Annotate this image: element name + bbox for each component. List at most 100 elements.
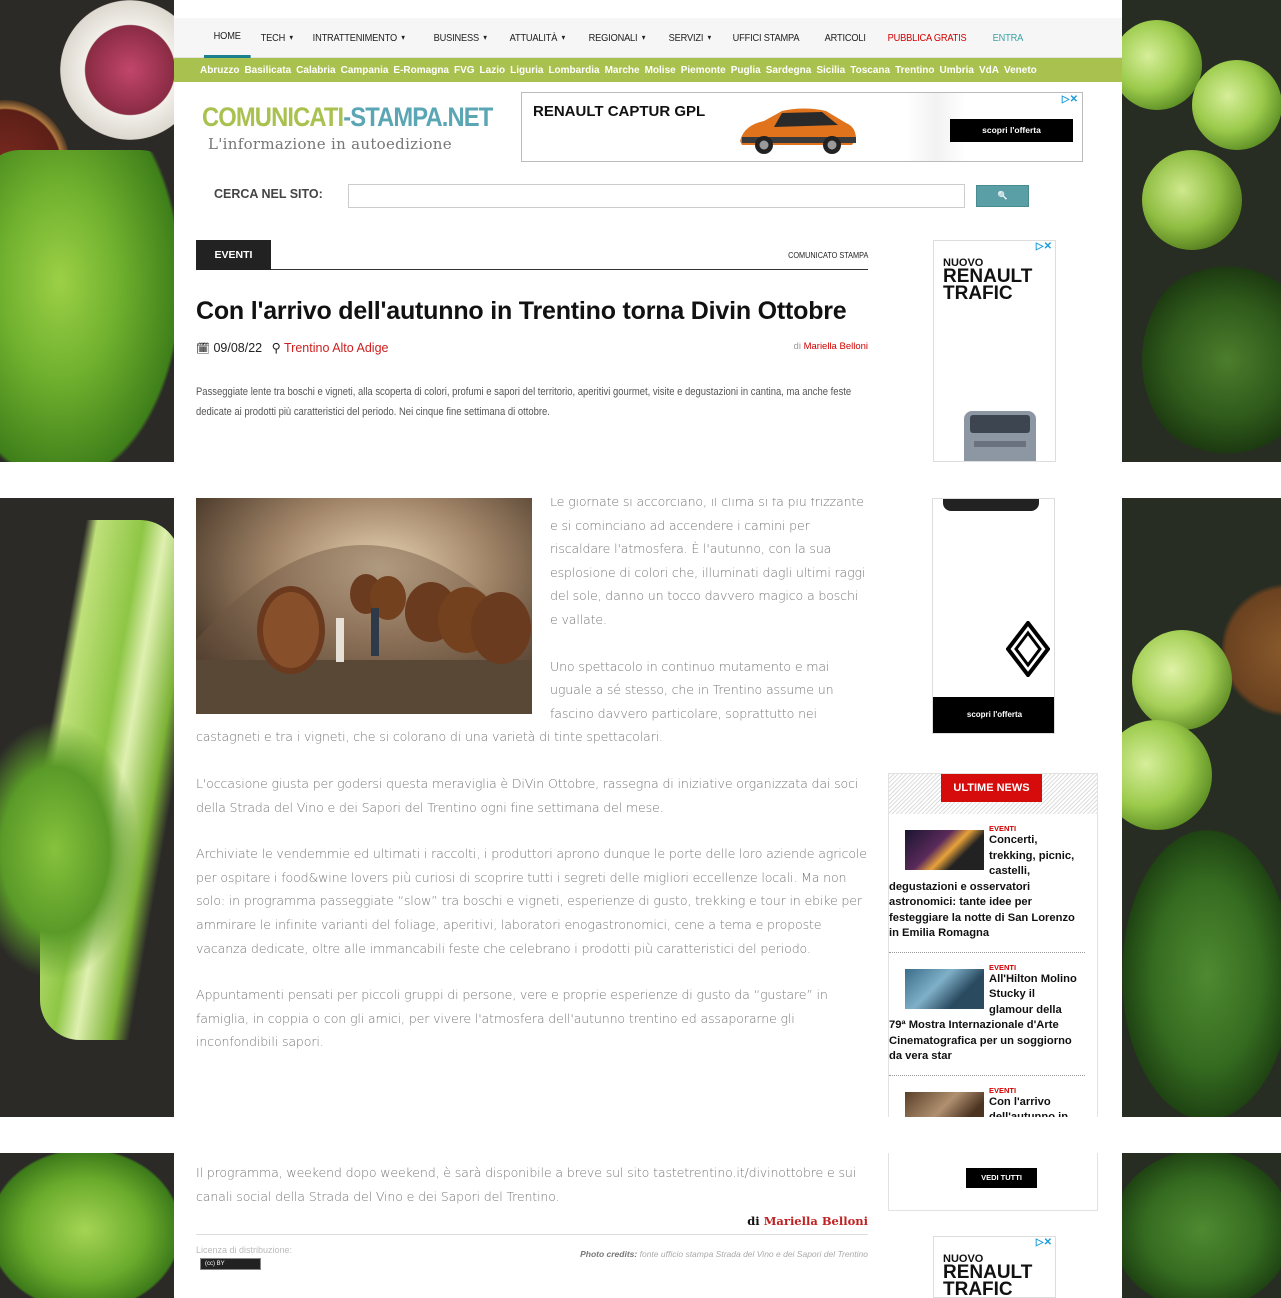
sidebar-ad-bottom[interactable]: ▷✕ NUOVO RENAULT TRAFIC xyxy=(933,1236,1056,1298)
signature-name[interactable]: Mariella Belloni xyxy=(764,1214,868,1228)
brussels-sprout xyxy=(1192,60,1281,150)
sidebar: ▷✕ NUOVO RENAULT TRAFIC xyxy=(888,240,1100,462)
nav-label: HOME xyxy=(213,30,241,42)
cc-license-badge[interactable]: (cc) BY xyxy=(200,1258,261,1271)
nav-item-home[interactable]: HOME xyxy=(204,18,251,58)
van-image xyxy=(964,411,1036,461)
nav-item-attualit-[interactable]: ATTUALITÀ ▾ xyxy=(500,18,575,58)
region-link[interactable]: Molise xyxy=(645,65,676,76)
chevron-down-icon: ▾ xyxy=(641,33,646,42)
nav-item-uffici-stampa[interactable]: UFFICI STAMPA xyxy=(723,18,809,58)
celery-leaves xyxy=(0,150,174,480)
cellar-photo[interactable] xyxy=(196,490,532,714)
location-link[interactable]: ⚲ Trentino Alto Adige xyxy=(272,341,389,355)
brussels-sprout xyxy=(1122,20,1202,110)
nav-item-tech[interactable]: TECH ▾ xyxy=(251,18,303,58)
news-item[interactable]: EVENTI Concerti, trekking, picnic, castel… xyxy=(889,814,1085,953)
license-label: Licenza di distribuzione: xyxy=(196,1245,293,1256)
region-link[interactable]: Piemonte xyxy=(681,65,726,76)
news-item[interactable]: EVENTI All'Hilton Molino Stucky il glamou… xyxy=(889,953,1085,1076)
content-type: COMUNICATO STAMPA xyxy=(787,250,868,260)
news-thumbnail[interactable] xyxy=(905,1091,984,1117)
latest-news-label: ULTIME NEWS xyxy=(941,774,1042,802)
article-body: Le giornate si accorciano, il clima si f… xyxy=(196,490,868,1054)
screenshot-divider xyxy=(0,1117,1281,1153)
page: HOME TECH ▾ INTRATTENIMENTO ▾ BUSINESS ▾ ATTUAL… xyxy=(174,18,1122,1298)
news-thumbnail[interactable] xyxy=(905,830,984,870)
search-button[interactable]: 🔍 xyxy=(976,185,1029,207)
van-bottom xyxy=(943,499,1039,511)
header: COMUNICATI-STAMPA.NET L'informazione in … xyxy=(174,82,1122,177)
region-link[interactable]: Calabria xyxy=(296,65,335,76)
wood-bowl xyxy=(1222,560,1281,740)
region-link[interactable]: Trentino xyxy=(895,65,934,76)
site-search: CERCA NEL SITO: 🔍 xyxy=(174,177,1122,233)
author-byline[interactable]: di Mariella Belloni xyxy=(794,341,868,352)
region-link[interactable]: FVG xyxy=(454,65,475,76)
see-all-button[interactable]: VEDI TUTTI xyxy=(966,1168,1037,1188)
artichoke-bowl xyxy=(60,0,174,140)
news-item[interactable]: EVENTICon l'arrivo dell'autunno in Trent… xyxy=(889,1076,1085,1117)
nav-item-business[interactable]: BUSINESS ▾ xyxy=(424,18,496,58)
nav-item-intrattenimento[interactable]: INTRATTENIMENTO ▾ xyxy=(303,18,414,58)
credits-value: fonte ufficio stampa Strada del Vino e d… xyxy=(639,1249,868,1260)
photo-credits: Photo credits: fonte ufficio stampa Stra… xyxy=(580,1249,868,1259)
adchoices-icon[interactable]: ▷✕ xyxy=(1036,241,1052,252)
article-header: EVENTI COMUNICATO STAMPA Con l'arrivo de… xyxy=(196,240,868,422)
search-input[interactable] xyxy=(348,184,965,208)
news-thumbnail[interactable] xyxy=(905,968,984,1009)
nav-label: TECH xyxy=(260,31,285,44)
article-meta: 🗓 09/08/22 ⚲ Trentino Alto Adige di Mari… xyxy=(196,340,868,358)
calendar-icon: 🗓 xyxy=(196,343,210,355)
brussels-sprout xyxy=(1122,720,1212,830)
site-logo[interactable]: COMUNICATI-STAMPA.NET L'informazione in … xyxy=(202,102,532,153)
nav-item-pubblica-gratis[interactable]: PUBBLICA GRATIS xyxy=(878,18,976,58)
paragraph: Il programma, weekend dopo weekend, è sa… xyxy=(196,1165,857,1204)
region-link[interactable]: Toscana xyxy=(850,65,890,76)
region-link[interactable]: Sardegna xyxy=(766,65,812,76)
nav-label: PUBBLICA GRATIS xyxy=(887,31,967,44)
region-link[interactable]: Sicilia xyxy=(816,65,845,76)
nav-label: ENTRA xyxy=(993,31,1024,44)
banner-ad[interactable]: RENAULT CAPTUR GPL scopri l'offerta ▷✕ xyxy=(521,92,1083,162)
chevron-down-icon: ▾ xyxy=(707,33,712,42)
region-link[interactable]: VdA xyxy=(979,65,999,76)
ad-line-brand: RENAULT TRAFIC xyxy=(943,266,1033,304)
author-name: Mariella Belloni xyxy=(803,341,868,352)
region-link[interactable]: Marche xyxy=(605,65,640,76)
location-label: Trentino Alto Adige xyxy=(284,341,389,355)
adchoices-icon[interactable]: ▷✕ xyxy=(1062,94,1078,105)
region-link[interactable]: Abruzzo xyxy=(200,65,239,76)
nav-item-entra[interactable]: ENTRA xyxy=(983,18,1033,58)
region-link[interactable]: Veneto xyxy=(1004,65,1037,76)
chevron-down-icon: ▾ xyxy=(483,33,487,42)
ad-cta-button[interactable]: scopri l'offerta xyxy=(950,119,1073,142)
category-tab[interactable]: EVENTI xyxy=(196,240,271,270)
region-link[interactable]: Basilicata xyxy=(244,65,291,76)
nav-label: UFFICI STAMPA xyxy=(733,31,800,44)
chevron-down-icon: ▾ xyxy=(401,33,406,42)
logo-wordmark: COMUNICATI-STAMPA.NET xyxy=(202,102,493,132)
chevron-down-icon: ▾ xyxy=(289,33,293,42)
region-link[interactable]: Umbria xyxy=(940,65,974,76)
ad-line-brand: RENAULT TRAFIC xyxy=(943,1262,1033,1298)
sidebar-ad-continued[interactable]: scopri l'offerta xyxy=(932,498,1055,734)
region-link[interactable]: E-Romagna xyxy=(393,65,449,76)
region-link[interactable]: Lombardia xyxy=(548,65,599,76)
region-link[interactable]: Liguria xyxy=(510,65,543,76)
adchoices-icon[interactable]: ▷✕ xyxy=(1036,1237,1052,1248)
region-link[interactable]: Campania xyxy=(341,65,389,76)
article-date: 09/08/22 xyxy=(213,341,263,355)
region-link[interactable]: Lazio xyxy=(480,65,506,76)
nav-item-regionali[interactable]: REGIONALI ▾ xyxy=(579,18,655,58)
latest-news-widget: ULTIME NEWS EVENTI Concerti, trekking, pi… xyxy=(888,773,1098,1117)
region-link[interactable]: Puglia xyxy=(731,65,761,76)
sidebar-ad[interactable]: ▷✕ NUOVO RENAULT TRAFIC xyxy=(933,240,1056,462)
credits-label: Photo credits: xyxy=(580,1249,638,1260)
latest-news-header: ULTIME NEWS xyxy=(889,774,1097,814)
nav-item-servizi[interactable]: SERVIZI ▾ xyxy=(659,18,721,58)
ad-cta-button[interactable]: scopri l'offerta xyxy=(933,697,1054,733)
main-nav: HOME TECH ▾ INTRATTENIMENTO ▾ BUSINESS ▾ ATTUAL… xyxy=(174,18,1122,58)
nav-item-articoli[interactable]: ARTICOLI xyxy=(815,18,875,58)
chevron-down-icon: ▾ xyxy=(561,33,566,42)
